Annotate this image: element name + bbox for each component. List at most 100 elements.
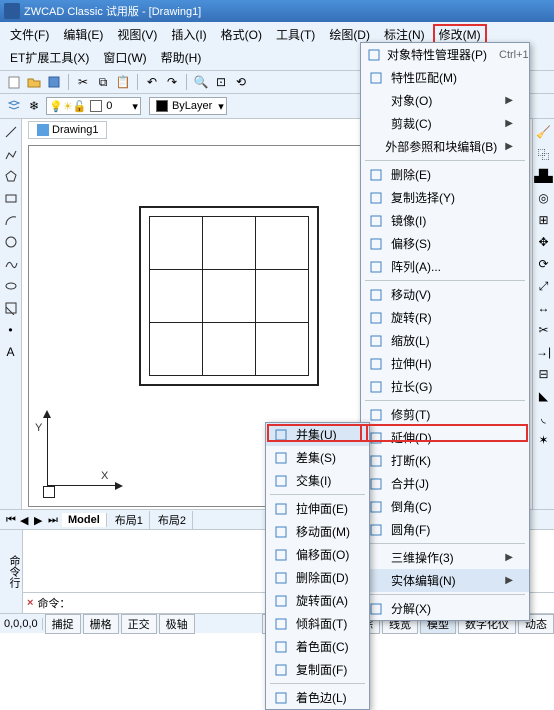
menu-item[interactable]: 移动(V)	[361, 283, 529, 306]
zoom-window-icon[interactable]: ⊡	[213, 74, 229, 90]
menu-item[interactable]: 着色面(C)	[266, 635, 369, 658]
hatch-icon[interactable]	[2, 299, 20, 317]
cut-icon[interactable]: ✂	[75, 74, 91, 90]
menu-item[interactable]: 旋转面(A)	[266, 589, 369, 612]
status-snap[interactable]: 捕捉	[45, 614, 81, 634]
open-icon[interactable]	[26, 74, 42, 90]
tab-model[interactable]: Model	[62, 513, 107, 527]
layer-freeze-icon[interactable]: ❄	[26, 98, 42, 114]
tab-layout2[interactable]: 布局2	[152, 511, 193, 529]
erase-icon	[367, 167, 385, 183]
menu-item[interactable]: 剪裁(C)▶	[361, 112, 529, 135]
menu-edit[interactable]: 编辑(E)	[57, 24, 109, 45]
status-grid[interactable]: 栅格	[83, 614, 119, 634]
menu-item[interactable]: 延伸(D)	[361, 426, 529, 449]
undo-icon[interactable]: ↶	[144, 74, 160, 90]
menu-file[interactable]: 文件(F)	[4, 24, 55, 45]
scale-tool-icon[interactable]: ⤢	[535, 277, 553, 295]
line-icon[interactable]	[2, 123, 20, 141]
ellipse-icon[interactable]	[2, 277, 20, 295]
menu-item[interactable]: 删除(E)	[361, 163, 529, 186]
menu-item[interactable]: 倒角(C)	[361, 495, 529, 518]
menu-item[interactable]: 着色边(L)	[266, 686, 369, 709]
rect-icon[interactable]	[2, 189, 20, 207]
menu-item[interactable]: 对象(O)▶	[361, 89, 529, 112]
menu-item[interactable]: 移动面(M)	[266, 520, 369, 543]
menu-item[interactable]: 打断(K)	[361, 449, 529, 472]
erase-tool-icon[interactable]: 🧹	[535, 123, 553, 141]
status-polar[interactable]: 极轴	[159, 614, 195, 634]
zoom-prev-icon[interactable]: ⟲	[233, 74, 249, 90]
stretch-tool-icon[interactable]: ↔	[535, 299, 553, 317]
rotate-tool-icon[interactable]: ⟳	[535, 255, 553, 273]
menu-item[interactable]: 外部参照和块编辑(B)▶	[361, 135, 529, 158]
spline-icon[interactable]	[2, 255, 20, 273]
paste-icon[interactable]: 📋	[115, 74, 131, 90]
copy-icon[interactable]: ⧉	[95, 74, 111, 90]
menu-item[interactable]: 偏移面(O)	[266, 543, 369, 566]
menu-item[interactable]: 拉伸(H)	[361, 352, 529, 375]
menu-item[interactable]: 偏移(S)	[361, 232, 529, 255]
trim-tool-icon[interactable]: ✂	[535, 321, 553, 339]
mirror-tool-icon[interactable]: ▟▙	[535, 167, 553, 185]
menu-item[interactable]: 镜像(I)	[361, 209, 529, 232]
chamfer-tool-icon[interactable]: ◣	[535, 387, 553, 405]
menu-view[interactable]: 视图(V)	[111, 24, 163, 45]
layer-dropdown[interactable]: 💡☀🔓 0 ▾	[46, 97, 141, 115]
menu-item[interactable]: 旋转(R)	[361, 306, 529, 329]
menu-help[interactable]: 帮助(H)	[155, 47, 208, 68]
copy-tool-icon[interactable]: ⿻	[535, 145, 553, 163]
pline-icon[interactable]	[2, 145, 20, 163]
menu-item[interactable]: 阵列(A)...	[361, 255, 529, 278]
offset-tool-icon[interactable]: ◎	[535, 189, 553, 207]
zoom-realtime-icon[interactable]: 🔍	[193, 74, 209, 90]
status-ortho[interactable]: 正交	[121, 614, 157, 634]
layer-mgr-icon[interactable]	[6, 98, 22, 114]
menu-item[interactable]: 拉长(G)	[361, 375, 529, 398]
menu-insert[interactable]: 插入(I)	[165, 24, 212, 45]
new-icon[interactable]	[6, 74, 22, 90]
redo-icon[interactable]: ↷	[164, 74, 180, 90]
menu-item[interactable]: 对象特性管理器(P)Ctrl+1	[361, 43, 529, 66]
menu-format[interactable]: 格式(O)	[215, 24, 268, 45]
menu-item[interactable]: 分解(X)	[361, 597, 529, 620]
menu-item[interactable]: 复制面(F)	[266, 658, 369, 681]
tab-prev-icon[interactable]: ◀	[20, 514, 32, 526]
tab-layout1[interactable]: 布局1	[109, 511, 150, 529]
tab-first-icon[interactable]: ⏮	[6, 514, 18, 526]
menu-window[interactable]: 窗口(W)	[97, 47, 152, 68]
close-icon[interactable]: ×	[27, 597, 33, 609]
menu-item[interactable]: 特性匹配(M)	[361, 66, 529, 89]
circle-icon[interactable]	[2, 233, 20, 251]
menu-item[interactable]: 拉伸面(E)	[266, 497, 369, 520]
point-icon[interactable]: •	[2, 321, 20, 339]
tab-last-icon[interactable]: ⏭	[48, 514, 60, 526]
menu-tools[interactable]: 工具(T)	[270, 24, 321, 45]
menu-et[interactable]: ET扩展工具(X)	[4, 47, 95, 68]
color-dropdown[interactable]: ByLayer ▾	[149, 97, 227, 115]
arc-icon[interactable]	[2, 211, 20, 229]
menu-item[interactable]: 复制选择(Y)	[361, 186, 529, 209]
array-tool-icon[interactable]: ⊞	[535, 211, 553, 229]
menu-item[interactable]: 删除面(D)	[266, 566, 369, 589]
menu-item[interactable]: 倾斜面(T)	[266, 612, 369, 635]
menu-item[interactable]: 修剪(T)	[361, 403, 529, 426]
menu-item[interactable]: 差集(S)	[266, 446, 369, 469]
text-icon[interactable]: A	[2, 343, 20, 361]
fillet-tool-icon[interactable]: ◟	[535, 409, 553, 427]
menu-item[interactable]: 圆角(F)	[361, 518, 529, 541]
extend-tool-icon[interactable]: →|	[535, 343, 553, 361]
menu-item[interactable]: 并集(U)	[266, 423, 369, 446]
menu-item[interactable]: 三维操作(3)▶	[361, 546, 529, 569]
save-icon[interactable]	[46, 74, 62, 90]
menu-item[interactable]: 合并(J)	[361, 472, 529, 495]
polygon-icon[interactable]	[2, 167, 20, 185]
menu-item[interactable]: 缩放(L)	[361, 329, 529, 352]
menu-item[interactable]: 交集(I)	[266, 469, 369, 492]
document-tab[interactable]: Drawing1	[28, 121, 107, 139]
tab-next-icon[interactable]: ▶	[34, 514, 46, 526]
move-tool-icon[interactable]: ✥	[535, 233, 553, 251]
break-tool-icon[interactable]: ⊟	[535, 365, 553, 383]
explode-tool-icon[interactable]: ✶	[535, 431, 553, 449]
menu-item[interactable]: 实体编辑(N)▶	[361, 569, 529, 592]
